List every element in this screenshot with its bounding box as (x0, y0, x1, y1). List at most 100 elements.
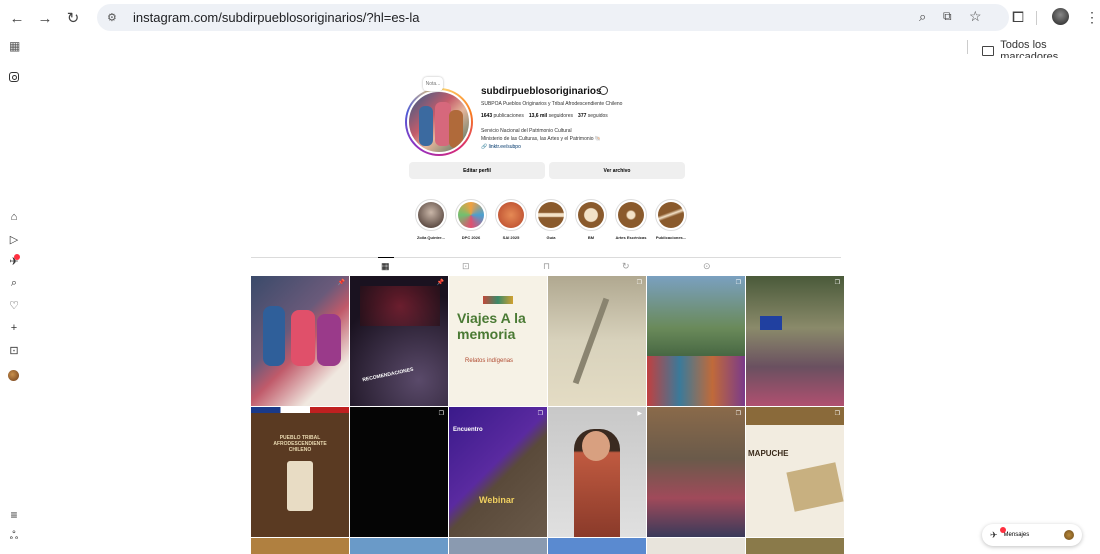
profile-stats: 1643 publicaciones 13,6 mil seguidores 3… (481, 113, 608, 119)
pin-icon: 📌 (337, 280, 345, 286)
carousel-icon: ❐ (834, 411, 840, 417)
profile-note[interactable]: Nota... (423, 77, 443, 91)
cast-icon[interactable]: ⧉ (943, 9, 952, 24)
followers-label: seguidores (548, 113, 574, 119)
highlight-label: Zoila Quintre... (416, 235, 445, 240)
profile-avatar-icon[interactable] (1052, 8, 1069, 25)
menu-dots-icon[interactable]: ⋮ (1085, 9, 1099, 26)
reposts-tab-icon[interactable]: ↻ (622, 261, 630, 272)
post-tile[interactable]: MAPUCHE ❐ (746, 407, 844, 537)
bio-line-2: Ministerio de las Culturas, las Artes y … (481, 136, 602, 142)
posts-grid-tab-icon[interactable]: ▦ (381, 261, 390, 272)
messenger-icon: ✈ (990, 526, 1006, 541)
instagram-logo-icon[interactable] (9, 72, 19, 82)
post-tile[interactable]: PUEBLO TRIBAL AFRODESCENDIENTE CHILENO (251, 407, 349, 537)
post-title: MAPUCHE (748, 449, 789, 458)
settings-gear-icon[interactable] (599, 86, 608, 95)
carousel-icon: ❐ (438, 411, 444, 417)
post-tile[interactable]: ❐ (647, 276, 745, 406)
profile-photo (407, 90, 471, 154)
create-plus-icon[interactable]: + (8, 322, 20, 334)
carousel-icon: ❐ (735, 280, 741, 286)
following-label: seguidos (587, 113, 608, 119)
tagged-tab-icon[interactable]: ⊙ (703, 261, 711, 272)
post-text: RECOMENDACIONES (361, 366, 415, 384)
reels-tab-icon[interactable]: ⊡ (462, 261, 470, 272)
highlight-item[interactable]: BM (573, 199, 609, 240)
highlight-item[interactable]: SAI 2025 (493, 199, 529, 240)
view-archive-button[interactable]: Ver archivo (549, 162, 685, 179)
post-tile[interactable] (350, 538, 448, 554)
post-tile[interactable]: Encuentro Webinar ❐ (449, 407, 547, 537)
highlight-item[interactable]: Artes Escénicas (613, 199, 649, 240)
post-tile[interactable]: 📌 (251, 276, 349, 406)
address-bar[interactable]: ⚙ instagram.com/subdirpueblosoriginarios… (97, 4, 1009, 31)
reels-icon[interactable]: ▷ (8, 233, 20, 246)
apps-grid-icon[interactable]: ▦ (9, 39, 20, 53)
posts-label: publicaciones (493, 113, 524, 119)
bio-link-text: linktr.ee/subpo (488, 144, 521, 150)
carousel-icon: ❐ (537, 411, 543, 417)
post-tile[interactable]: ❐ (647, 407, 745, 537)
bookmark-star-icon[interactable]: ☆ (969, 8, 982, 25)
messages-label: Mensajes (1003, 532, 1030, 538)
saved-tab-icon[interactable]: ⊓ (543, 261, 550, 272)
dashboard-icon[interactable]: ⊡ (8, 344, 20, 357)
post-tile[interactable]: ❐ (350, 407, 448, 537)
post-tile[interactable] (251, 538, 349, 554)
carousel-icon: ❐ (636, 280, 642, 286)
post-tile[interactable]: Viajes A la memoria Relatos indígenas (449, 276, 547, 406)
more-menu-icon[interactable]: ≡ (8, 508, 20, 522)
post-tile[interactable] (548, 538, 646, 554)
highlight-item[interactable]: Zoila Quintre... (413, 199, 449, 240)
post-tile[interactable]: ❐ (548, 276, 646, 406)
edit-profile-button[interactable]: Editar perfil (409, 162, 545, 179)
bookmarks-bar: ▦ Todos los marcadores (0, 36, 1100, 63)
reload-icon[interactable]: ↻ (62, 7, 84, 29)
profile-avatar[interactable] (8, 370, 19, 381)
post-title: Encuentro (453, 427, 483, 433)
active-tab-indicator (378, 257, 394, 258)
post-tile[interactable]: RECOMENDACIONES 📌 (350, 276, 448, 406)
highlight-item[interactable]: Publicaciones... (653, 199, 689, 240)
profile-picture[interactable] (405, 88, 473, 156)
messages-button[interactable]: ✈ Mensajes (982, 524, 1082, 546)
bookmark-divider (967, 40, 968, 54)
reel-icon: ▶ (637, 411, 642, 417)
following-stat[interactable]: 377 seguidos (578, 113, 608, 119)
url-text: instagram.com/subdirpueblosoriginarios/?… (133, 10, 420, 25)
post-tile[interactable]: ▶ (548, 407, 646, 537)
post-subtitle: Relatos indígenas (465, 358, 514, 364)
notification-dot (14, 254, 20, 260)
threads-icon[interactable]: ஃ (8, 530, 20, 543)
highlight-label: SAI 2025 (502, 235, 520, 240)
posts-count: 1643 (481, 113, 493, 119)
search-icon[interactable]: ⌕ (8, 277, 20, 289)
message-avatar (1064, 530, 1074, 540)
zoom-icon[interactable]: ⌕ (919, 9, 926, 25)
highlight-item[interactable]: Guía (533, 199, 569, 240)
highlight-label: Publicaciones... (655, 235, 687, 240)
site-info-icon[interactable]: ⚙ (107, 11, 121, 24)
back-arrow-icon[interactable]: ← (6, 7, 28, 29)
bio-link[interactable]: 🔗 linktr.ee/subpo (481, 144, 521, 150)
post-tile[interactable] (647, 538, 745, 554)
folder-icon (982, 46, 995, 56)
highlight-label: Guía (546, 235, 556, 240)
home-icon[interactable]: ⌂ (8, 211, 20, 223)
profile-full-name: SUBPOA Pueblos Originarios y Tribal Afro… (481, 101, 623, 107)
tabs-divider (251, 257, 841, 258)
following-count: 377 (578, 113, 587, 119)
forward-arrow-icon[interactable]: → (34, 7, 56, 29)
extensions-icon[interactable]: ⧠ (1012, 9, 1024, 26)
followers-stat[interactable]: 13,6 mil seguidores (529, 113, 573, 119)
post-tile[interactable] (449, 538, 547, 554)
post-tile[interactable]: ❐ (746, 276, 844, 406)
post-tile[interactable] (746, 538, 844, 554)
heart-icon[interactable]: ♡ (8, 299, 20, 312)
carousel-icon: ❐ (735, 411, 741, 417)
post-subtitle: Webinar (479, 495, 515, 505)
highlight-item[interactable]: DPC 2026 (453, 199, 489, 240)
posts-stat: 1643 publicaciones (481, 113, 524, 119)
bio-line-1: Servicio Nacional del Patrimonio Cultura… (481, 128, 572, 134)
